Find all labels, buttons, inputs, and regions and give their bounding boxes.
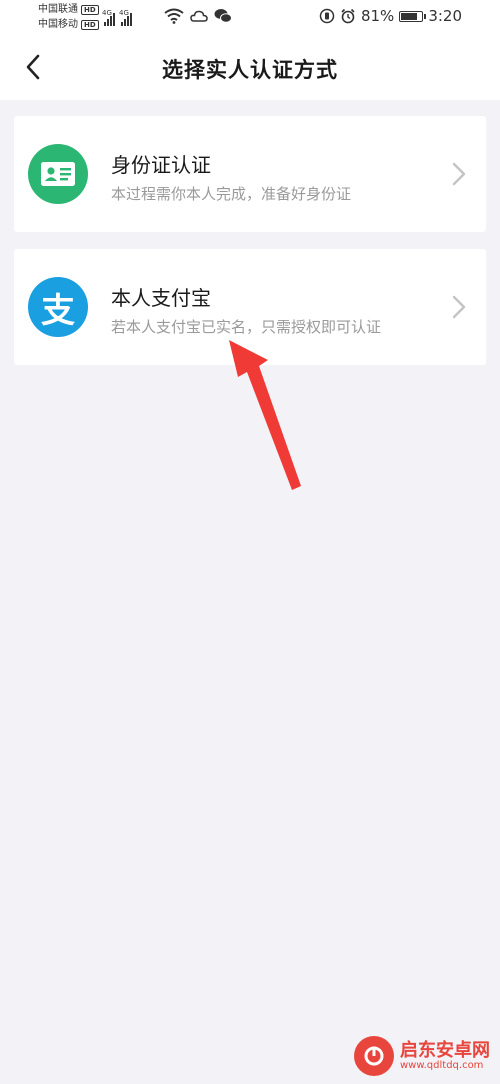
chevron-right-icon [452, 295, 466, 319]
wifi-icon [164, 8, 184, 24]
wechat-icon [214, 9, 232, 23]
watermark-logo-icon [354, 1036, 394, 1076]
signal-icon: 4G [102, 9, 115, 26]
battery-percent: 81% [360, 7, 395, 25]
option-description: 本过程需你本人完成，准备好身份证 [111, 185, 352, 203]
alarm-icon [341, 8, 355, 24]
hd-badge: HD [81, 19, 99, 30]
status-icons [164, 8, 232, 24]
alipay-glyph: 支 [41, 290, 75, 331]
status-bar: 中国联通 HD 中国移动 HD 4G 4G 81% 3:20 [0, 0, 500, 34]
signal-indicators: 4G 4G [102, 6, 132, 26]
carrier-2-label: 中国移动 [38, 19, 78, 30]
clock: 3:20 [428, 7, 462, 25]
option-description: 若本人支付宝已实名，只需授权即可认证 [111, 318, 382, 336]
option-id-card[interactable]: 身份证认证 本过程需你本人完成，准备好身份证 [14, 116, 486, 232]
watermark-title: 启东安卓网 [400, 1039, 490, 1061]
id-card-icon [28, 144, 88, 204]
page-title: 选择实人认证方式 [162, 58, 338, 82]
nav-bar: 选择实人认证方式 [0, 34, 500, 100]
chevron-right-icon [452, 162, 466, 186]
network-type-label: 4G [102, 9, 112, 17]
carrier-info: 中国联通 HD 中国移动 HD [38, 2, 99, 32]
carrier-1-label: 中国联通 [38, 4, 78, 15]
watermark-url: www.qdltdq.com [400, 1060, 484, 1072]
right-status: 81% 3:20 [319, 7, 462, 25]
vibrate-icon [319, 8, 335, 24]
option-title: 本人支付宝 [111, 286, 211, 310]
option-title: 身份证认证 [111, 153, 211, 177]
signal-icon: 4G [119, 9, 132, 26]
watermark: 启东安卓网 www.qdltdq.com [354, 1036, 490, 1076]
battery-icon [399, 10, 427, 22]
network-type-label: 4G [119, 9, 129, 17]
option-alipay[interactable]: 支 本人支付宝 若本人支付宝已实名，只需授权即可认证 [14, 249, 486, 365]
weather-cloud-icon [190, 10, 208, 22]
hd-badge: HD [81, 4, 99, 15]
battery-level-fill [401, 12, 418, 20]
alipay-icon: 支 [28, 277, 88, 337]
